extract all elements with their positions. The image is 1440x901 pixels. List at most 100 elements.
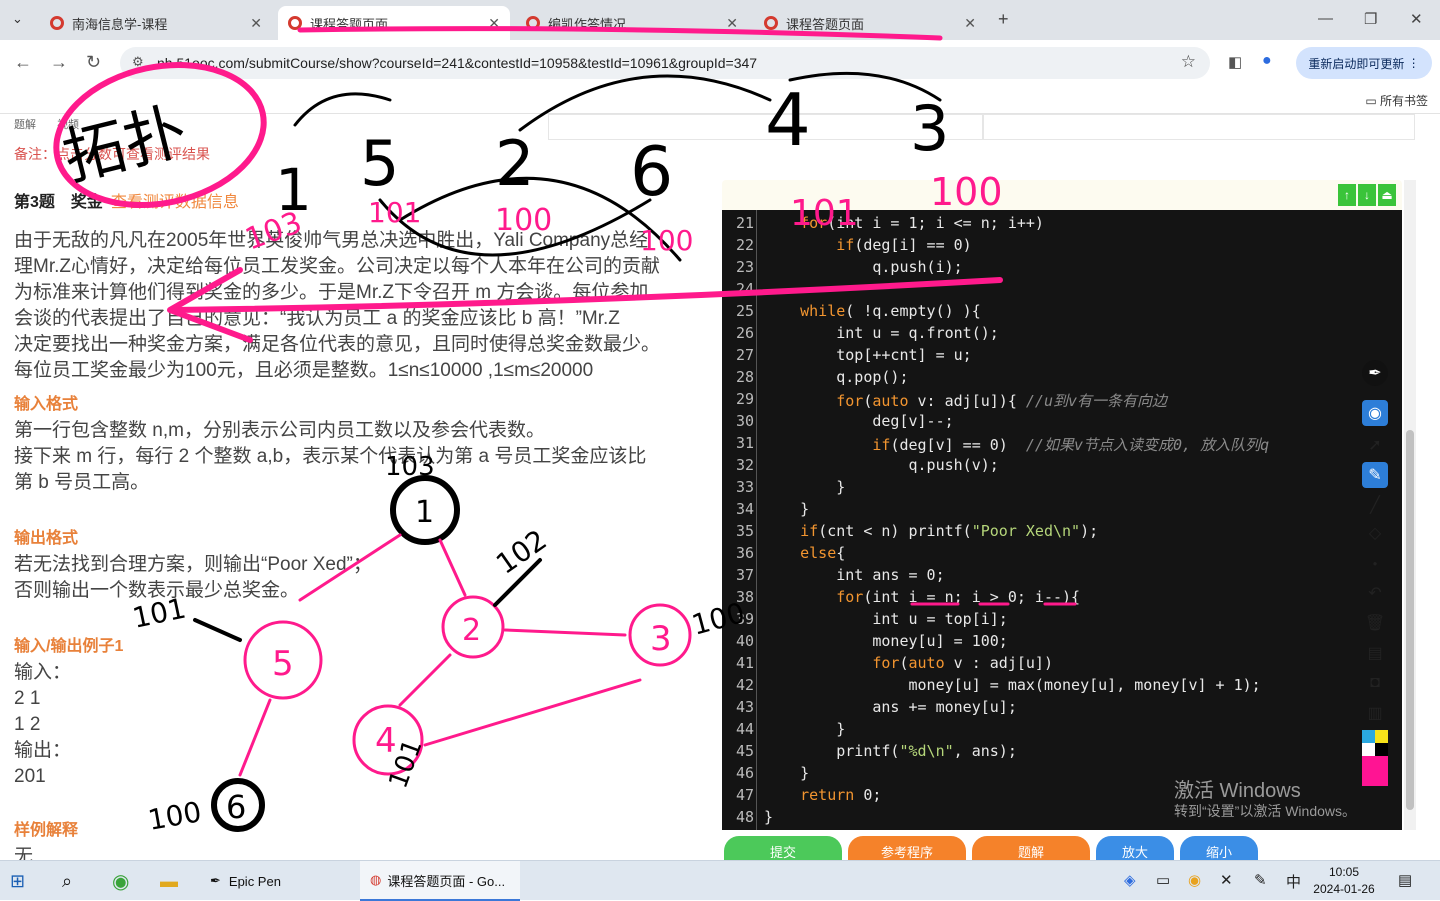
bookmark-star-icon[interactable]: ☆ bbox=[1181, 52, 1196, 72]
example-heading: 输入/输出例子1 bbox=[14, 638, 124, 655]
url-text[interactable]: nh.51ooc.com/submitCourse/show?courseId=… bbox=[157, 55, 757, 71]
code-line[interactable]: for(auto v: adj[u]){ //u到v有一条有向边 bbox=[764, 390, 1167, 411]
tab-close-icon[interactable]: ✕ bbox=[250, 15, 262, 32]
reload-icon[interactable]: ↻ bbox=[86, 52, 101, 73]
cursor-icon[interactable]: ➚ bbox=[1362, 432, 1388, 458]
minimize-icon[interactable]: — bbox=[1318, 10, 1333, 27]
code-line[interactable]: return 0; bbox=[764, 786, 881, 804]
test-data-link[interactable]: 查看测评数据信息 bbox=[111, 194, 239, 211]
whiteboard-icon[interactable]: ▤ bbox=[1362, 640, 1388, 666]
eye-icon[interactable]: ◉ bbox=[1362, 400, 1388, 426]
color-swatch-yellow[interactable] bbox=[1375, 730, 1388, 743]
camera-icon[interactable]: ◘ bbox=[1362, 670, 1388, 696]
code-line[interactable]: int ans = 0; bbox=[764, 566, 944, 584]
file-explorer-icon[interactable]: ▬ bbox=[160, 861, 178, 901]
browser-tab[interactable]: 课程答题页面 ✕ bbox=[754, 6, 986, 40]
page-scrollbar-thumb[interactable] bbox=[1406, 430, 1414, 810]
code-line[interactable]: q.push(v); bbox=[764, 456, 998, 474]
pen-input-icon[interactable]: ✎ bbox=[1254, 871, 1267, 889]
tray-app-icon[interactable]: ◈ bbox=[1124, 871, 1136, 889]
trash-icon[interactable]: 🗑 bbox=[1362, 610, 1388, 636]
code-line[interactable]: while( !q.empty() ){ bbox=[764, 302, 981, 320]
eraser-icon[interactable]: ◇ bbox=[1362, 520, 1388, 546]
code-line[interactable]: for(int i = 1; i <= n; i++) bbox=[764, 214, 1044, 232]
back-icon[interactable]: ← bbox=[14, 52, 32, 73]
code-line[interactable]: for(auto v : adj[u]) bbox=[764, 654, 1053, 672]
address-bar[interactable]: ⚙ nh.51ooc.com/submitCourse/show?courseI… bbox=[120, 47, 1210, 79]
taskbar-clock[interactable]: 10:05 2024-01-26 bbox=[1312, 864, 1376, 898]
ime-indicator[interactable]: 中 bbox=[1286, 871, 1301, 892]
code-line[interactable]: int u = q.front(); bbox=[764, 324, 999, 342]
relaunch-update-button[interactable]: 重新启动即可更新 ⋮ bbox=[1296, 47, 1432, 79]
page-scrollbar[interactable] bbox=[1404, 180, 1416, 830]
tray-wechat-icon[interactable]: ◉ bbox=[1188, 871, 1201, 889]
browser-tab[interactable]: 编凯作答情况 ✕ bbox=[516, 6, 748, 40]
window-close-icon[interactable]: ✕ bbox=[1410, 10, 1423, 28]
line-number: 44 bbox=[735, 720, 754, 738]
code-line[interactable]: q.pop(); bbox=[764, 368, 908, 386]
subtab-solution[interactable]: 题解 bbox=[14, 119, 36, 131]
code-line[interactable]: for(int i = n; i > 0; i--){ bbox=[764, 588, 1080, 606]
code-area[interactable]: 21 for(int i = 1; i <= n; i++) 22 if(deg[… bbox=[722, 210, 1402, 830]
line-number: 22 bbox=[735, 236, 754, 254]
network-icon[interactable]: ▭ bbox=[1156, 871, 1170, 889]
taskbar-app-chrome[interactable]: ◍ 课程答题页面 - Go... bbox=[360, 861, 520, 901]
browser-tab[interactable]: 南海信息学-课程 ✕ bbox=[40, 6, 272, 40]
description-line: 为标准来计算他们得到奖金的多少。于是Mr.Z下令召开 m 方会谈。每位参加 bbox=[14, 282, 649, 303]
code-line[interactable]: if(deg[v] == 0) //如果v节点入读变成0, 放入队列q bbox=[764, 434, 1269, 455]
code-line[interactable]: printf("%d\n", ans); bbox=[764, 742, 1017, 760]
code-line[interactable]: } bbox=[764, 720, 845, 738]
code-line[interactable]: else{ bbox=[764, 544, 845, 562]
code-line[interactable]: q.push(i); bbox=[764, 258, 962, 276]
app-green-icon[interactable]: ◉ bbox=[112, 861, 129, 901]
tab-close-icon[interactable]: ✕ bbox=[488, 15, 500, 32]
epic-pen-logo-icon[interactable]: ✒ bbox=[1362, 360, 1388, 386]
code-line[interactable]: if(cnt < n) printf("Poor Xed\n"); bbox=[764, 522, 1098, 540]
code-line[interactable]: money[u] = 100; bbox=[764, 632, 1007, 650]
highlighter-icon[interactable]: ✎ bbox=[1362, 462, 1388, 488]
browser-tab-active[interactable]: 课程答题页面 ✕ bbox=[278, 6, 510, 40]
forward-icon[interactable]: → bbox=[50, 52, 68, 73]
tab-close-icon[interactable]: ✕ bbox=[726, 15, 738, 32]
undo-icon[interactable]: ↶ bbox=[1362, 580, 1388, 606]
color-swatch-pink-selected[interactable] bbox=[1362, 756, 1388, 786]
code-line[interactable]: } bbox=[764, 764, 809, 782]
code-line[interactable]: ans += money[u]; bbox=[764, 698, 1017, 716]
brush-size-icon[interactable]: ● bbox=[1362, 550, 1388, 576]
taskbar-app-epic-pen[interactable]: ✒ Epic Pen bbox=[200, 861, 355, 901]
code-line[interactable]: } bbox=[764, 808, 773, 826]
question-title-text: 第3题 奖金 bbox=[14, 194, 103, 211]
volume-muted-icon[interactable]: ✕ bbox=[1220, 871, 1233, 889]
subtab-video[interactable]: 视频 bbox=[57, 119, 79, 131]
code-line[interactable]: int u = top[i]; bbox=[764, 610, 1007, 628]
color-swatch-black[interactable] bbox=[1375, 743, 1388, 756]
scroll-up-button[interactable]: ↑ bbox=[1338, 184, 1356, 206]
line-number-gutter bbox=[756, 210, 757, 830]
side-panel-icon[interactable]: ◧ bbox=[1228, 53, 1242, 71]
code-line[interactable]: money[u] = max(money[u], money[v] + 1); bbox=[764, 676, 1260, 694]
collapse-button[interactable]: ⏏ bbox=[1378, 184, 1396, 206]
restore-icon[interactable]: ❐ bbox=[1364, 10, 1377, 28]
pen-icon[interactable]: ╱ bbox=[1362, 492, 1388, 518]
code-line[interactable]: top[++cnt] = u; bbox=[764, 346, 971, 364]
site-info-icon[interactable]: ⚙ bbox=[132, 54, 144, 70]
search-icon[interactable]: ⌕ bbox=[62, 861, 72, 901]
color-swatch-white[interactable] bbox=[1362, 743, 1375, 756]
code-line[interactable]: deg[v]--; bbox=[764, 412, 953, 430]
notification-icon[interactable]: ▤ bbox=[1398, 871, 1412, 889]
line-number: 28 bbox=[735, 368, 754, 386]
tab-search-icon[interactable]: ⌄ bbox=[12, 11, 23, 27]
tab-close-icon[interactable]: ✕ bbox=[964, 15, 976, 32]
color-swatch-blue[interactable] bbox=[1362, 730, 1375, 743]
code-line[interactable]: if(deg[i] == 0) bbox=[764, 236, 971, 254]
scroll-down-button[interactable]: ↓ bbox=[1358, 184, 1376, 206]
clipboard-icon[interactable]: ▥ bbox=[1362, 700, 1388, 726]
profile-icon[interactable]: ● bbox=[1262, 52, 1272, 70]
tab-title: 编凯作答情况 bbox=[548, 16, 627, 32]
code-line[interactable]: } bbox=[764, 500, 809, 518]
start-button[interactable]: ⊞ bbox=[10, 861, 40, 901]
new-tab-button[interactable]: + bbox=[998, 9, 1009, 30]
all-bookmarks-button[interactable]: ▭ 所有书签 bbox=[1365, 92, 1428, 109]
taskbar-app-label: Epic Pen bbox=[228, 873, 281, 889]
code-line[interactable]: } bbox=[764, 478, 845, 496]
